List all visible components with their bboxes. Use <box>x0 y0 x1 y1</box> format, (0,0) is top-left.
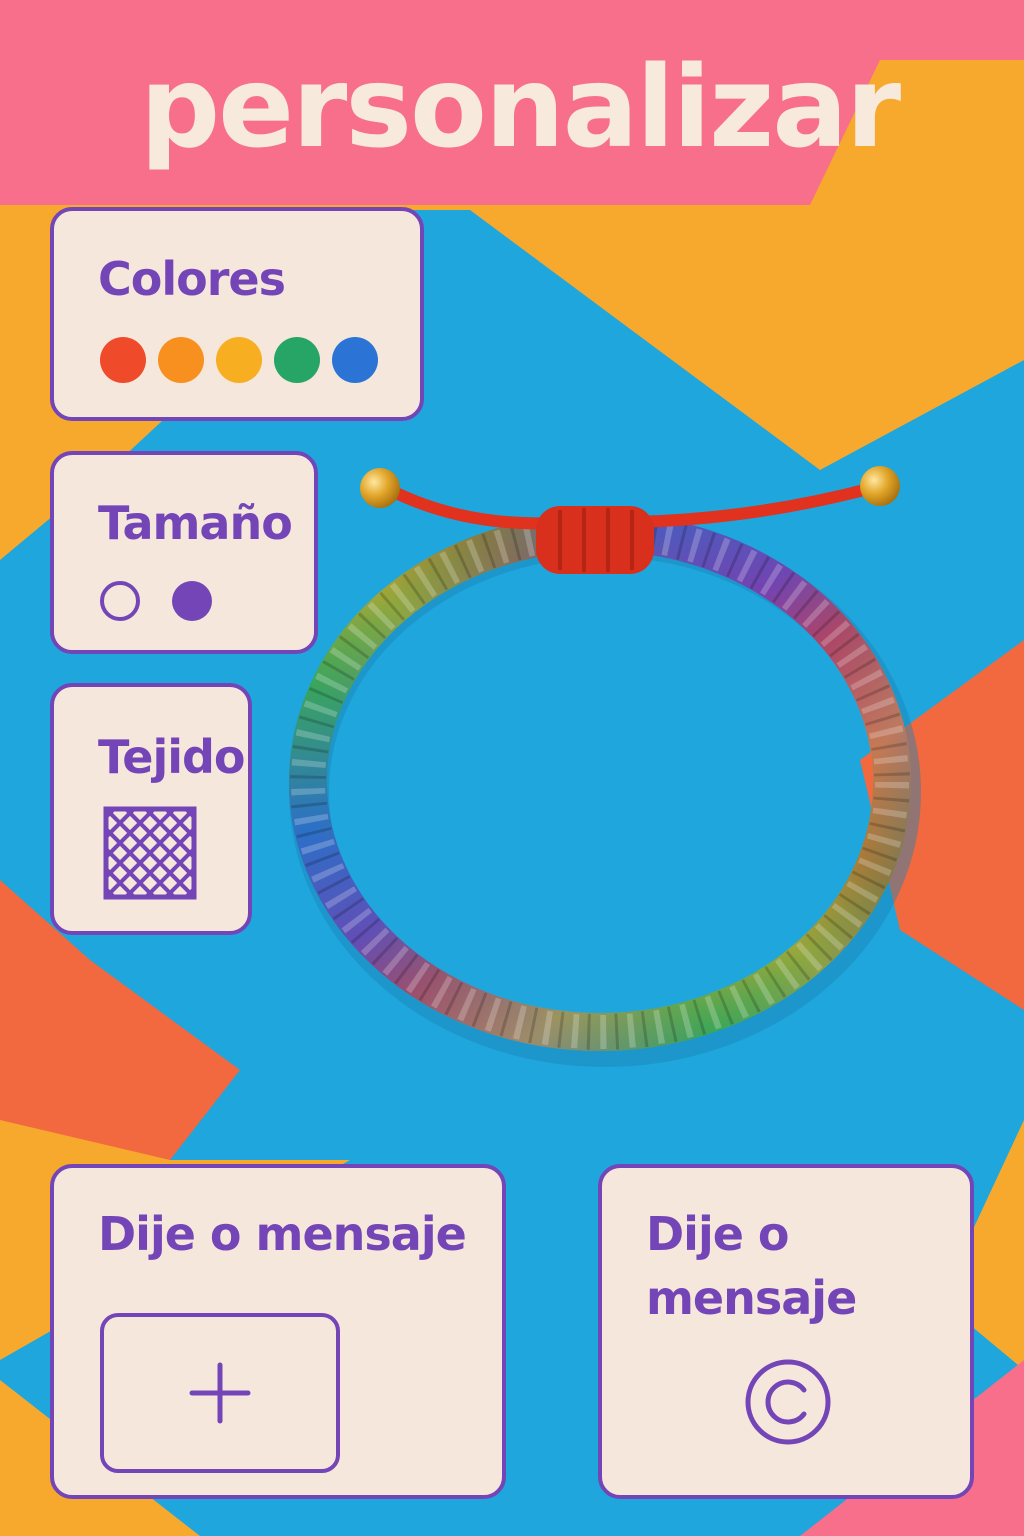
plus-icon <box>189 1362 251 1424</box>
charm-right-title-line2: mensaje <box>646 1271 857 1325</box>
page-title: personalizar <box>140 43 901 173</box>
size-option-large[interactable] <box>172 581 212 621</box>
customize-screen: personalizar Colores Tamaño Tejido Dije … <box>0 0 1024 1536</box>
charm-card-right[interactable]: Dije o mensaje <box>598 1164 974 1499</box>
colors-card[interactable]: Colores <box>50 207 424 421</box>
charm-left-title: Dije o mensaje <box>98 1207 467 1261</box>
size-option-small[interactable] <box>100 581 140 621</box>
color-swatch-blue[interactable] <box>332 337 378 383</box>
weave-title: Tejido <box>98 730 246 784</box>
color-swatch-yellow[interactable] <box>216 337 262 383</box>
size-title: Tamaño <box>98 496 293 550</box>
color-swatch-orange[interactable] <box>158 337 204 383</box>
charm-right-title-line1: Dije o <box>646 1207 790 1261</box>
crosshatch-weave-icon[interactable] <box>102 805 198 901</box>
add-charm-button[interactable] <box>100 1313 340 1473</box>
weave-card[interactable]: Tejido <box>50 683 252 935</box>
charm-card-left[interactable]: Dije o mensaje <box>50 1164 506 1499</box>
color-swatch-green[interactable] <box>274 337 320 383</box>
bracelet-preview <box>289 466 921 1067</box>
colors-title: Colores <box>98 252 286 306</box>
copyright-icon[interactable] <box>740 1354 836 1450</box>
color-swatch-red[interactable] <box>100 337 146 383</box>
